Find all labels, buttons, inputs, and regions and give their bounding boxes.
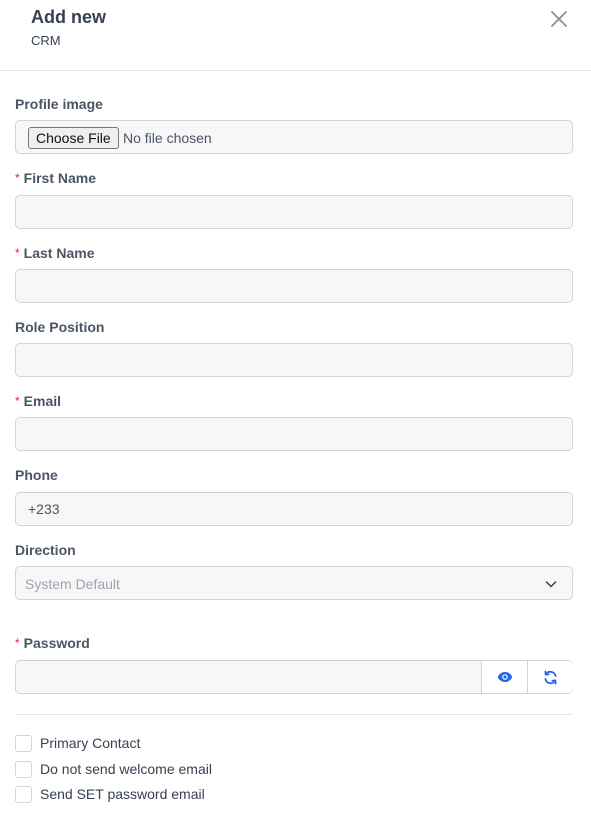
refresh-icon — [544, 670, 557, 684]
file-status-text: No file chosen — [123, 130, 212, 146]
phone-label: Phone — [15, 467, 58, 483]
password-label: * Password — [15, 635, 90, 651]
show-password-button[interactable] — [481, 661, 527, 693]
form-divider — [15, 714, 573, 715]
direction-label: Direction — [15, 542, 76, 558]
profile-image-label: Profile image — [15, 96, 103, 112]
direction-select[interactable]: System Default — [15, 566, 573, 600]
required-marker: * — [15, 246, 20, 260]
required-marker: * — [15, 394, 20, 408]
profile-image-field: Choose File No file chosen — [15, 120, 573, 154]
choose-file-button[interactable]: Choose File — [28, 127, 119, 149]
required-marker: * — [15, 636, 20, 650]
primary-contact-checkbox[interactable]: Primary Contact — [15, 734, 140, 752]
email-input[interactable] — [15, 417, 573, 451]
checkbox-box[interactable] — [15, 760, 32, 778]
password-field — [15, 660, 573, 694]
checkbox-label: Do not send welcome email — [40, 761, 212, 777]
required-marker: * — [15, 171, 20, 185]
password-input[interactable] — [16, 661, 481, 693]
no-welcome-email-checkbox[interactable]: Do not send welcome email — [15, 760, 212, 778]
checkbox-box[interactable] — [15, 785, 32, 803]
modal-header: Add new CRM — [0, 0, 591, 71]
first-name-label: * First Name — [15, 170, 97, 186]
chevron-down-icon — [545, 581, 557, 588]
last-name-label: * Last Name — [15, 245, 95, 261]
checkbox-box[interactable] — [15, 734, 32, 752]
send-set-password-email-checkbox[interactable]: Send SET password email — [15, 785, 205, 803]
last-name-input[interactable] — [15, 269, 573, 303]
first-name-input[interactable] — [15, 195, 573, 229]
eye-icon — [497, 672, 512, 682]
close-icon — [551, 11, 567, 27]
close-button[interactable] — [549, 9, 569, 29]
direction-selected-value: System Default — [25, 576, 120, 592]
checkbox-label: Send SET password email — [40, 786, 205, 802]
modal-title: Add new — [31, 7, 106, 27]
generate-password-button[interactable] — [527, 661, 573, 693]
modal-subtitle: CRM — [31, 33, 61, 48]
role-position-input[interactable] — [15, 343, 573, 377]
checkbox-label: Primary Contact — [40, 735, 141, 751]
phone-input[interactable] — [15, 492, 573, 526]
email-label: * Email — [15, 393, 62, 409]
role-position-label: Role Position — [15, 319, 105, 335]
